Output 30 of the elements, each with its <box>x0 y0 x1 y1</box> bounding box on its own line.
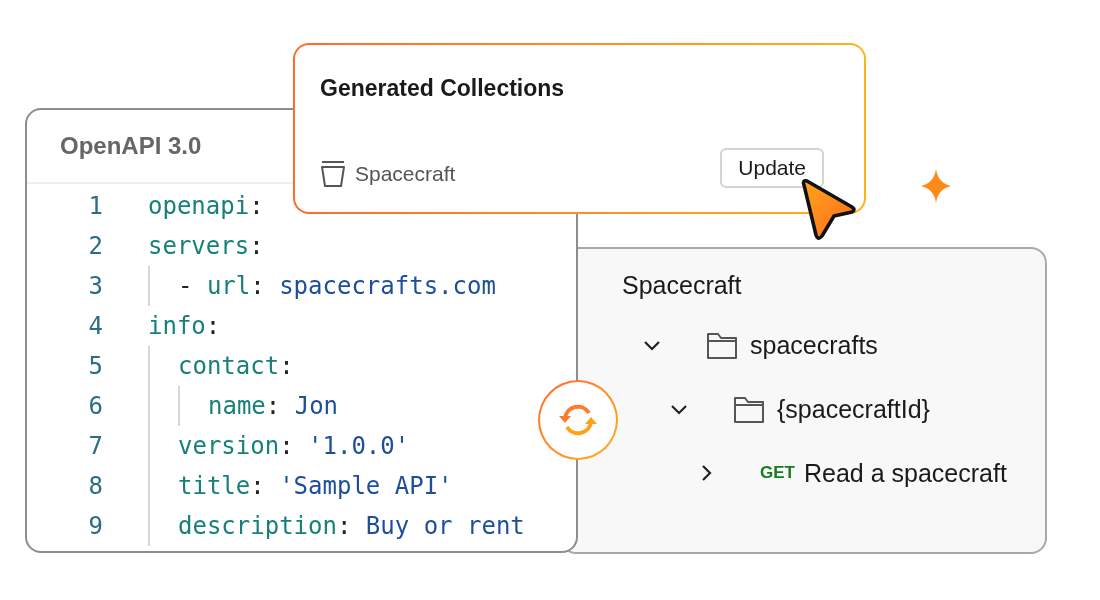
code-line: name: Jon <box>208 391 339 422</box>
line-number: 2 <box>87 231 103 262</box>
line-number: 6 <box>87 391 103 422</box>
line-number: 8 <box>87 471 103 502</box>
line-number: 3 <box>87 271 103 302</box>
code-line: description: Buy or rent <box>178 511 525 542</box>
method-label: GET <box>760 463 795 483</box>
code-line: info: <box>148 311 221 342</box>
line-number: 1 <box>87 191 103 222</box>
bucket-icon <box>320 160 346 188</box>
sparkle-icon <box>921 169 951 203</box>
code-line: openapi: <box>148 191 264 222</box>
code-line: servers: <box>148 231 264 262</box>
line-number: 4 <box>87 311 103 342</box>
card-title: Generated Collections <box>320 75 566 102</box>
tree-title: Spacecraft <box>622 271 743 301</box>
folder-label[interactable]: spacecrafts <box>750 330 878 360</box>
code-line: version: '1.0.0' <box>178 431 410 462</box>
editor-title: OpenAPI 3.0 <box>60 132 202 160</box>
update-button[interactable]: Update <box>720 148 824 188</box>
line-number: 5 <box>87 351 103 382</box>
collection-name: Spacecraft <box>355 162 456 186</box>
line-number: 7 <box>87 431 103 462</box>
sync-icon <box>557 402 599 438</box>
code-line: - url: spacecrafts.com <box>178 271 496 302</box>
code-line: title: 'Sample API' <box>178 471 453 502</box>
folder-label[interactable]: {spacecraftId} <box>777 394 930 424</box>
request-label[interactable]: Read a spacecraft <box>803 458 1007 488</box>
line-number: 9 <box>87 511 103 542</box>
code-line: contact: <box>178 351 294 382</box>
